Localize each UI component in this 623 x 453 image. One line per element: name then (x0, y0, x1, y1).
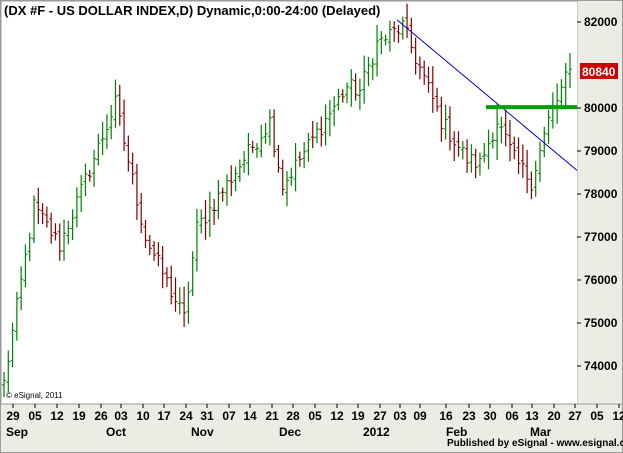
y-tick-label: 75000 (584, 316, 618, 330)
x-month-label: Sep (6, 425, 28, 439)
x-month-label: Nov (191, 425, 214, 439)
y-tick-label: 82000 (584, 15, 618, 29)
footer: Published by eSignal - www.esignal.com (447, 438, 623, 449)
chart-svg: 82000 80000 79000 78000 77000 76000 75000 74000… (0, 0, 623, 449)
x-tick-label: 13 (525, 409, 539, 423)
y-tick-label: 78000 (584, 187, 618, 201)
x-tick-label: 03 (393, 409, 407, 423)
y-axis-panel (578, 1, 622, 404)
x-tick-label: 07 (222, 409, 236, 423)
x-tick-label: 31 (200, 409, 214, 423)
x-tick-label: 12 (50, 409, 64, 423)
x-tick-label: 10 (136, 409, 150, 423)
x-month-label: Dec (279, 425, 301, 439)
y-tick-label: 80000 (584, 101, 618, 115)
chart-title: (DX #F - US DOLLAR INDEX,D) Dynamic,0:00… (4, 3, 380, 18)
y-tick-label: 74000 (584, 359, 618, 373)
x-tick-label: 27 (373, 409, 387, 423)
x-tick-label: 12 (612, 409, 623, 423)
x-tick-label: 16 (439, 409, 453, 423)
x-tick-label: 23 (462, 409, 476, 423)
x-month-label: 2012 (363, 425, 390, 439)
watermark: © eSignal, 2011 (6, 391, 63, 400)
x-tick-label: 14 (243, 409, 257, 423)
x-tick-label: 17 (157, 409, 171, 423)
x-tick-label: 20 (547, 409, 561, 423)
x-tick-label: 30 (483, 409, 497, 423)
x-tick-label: 19 (72, 409, 86, 423)
x-month-label: Oct (106, 425, 126, 439)
last-price-badge: 80840 (580, 63, 618, 79)
x-tick-label: 28 (286, 409, 300, 423)
last-price-label: 80840 (582, 65, 616, 79)
x-tick-label: 05 (590, 409, 604, 423)
plot-area (0, 0, 579, 405)
x-tick-label: 05 (28, 409, 42, 423)
y-tick-label: 76000 (584, 273, 618, 287)
x-tick-label: 24 (179, 409, 193, 423)
y-tick-label: 79000 (584, 144, 618, 158)
x-tick-label: 26 (94, 409, 108, 423)
y-tick-label: 77000 (584, 230, 618, 244)
x-tick-label: 21 (265, 409, 279, 423)
x-tick-label: 12 (330, 409, 344, 423)
x-tick-label: 29 (6, 409, 20, 423)
x-tick-label: 05 (308, 409, 322, 423)
x-tick-label: 27 (568, 409, 582, 423)
x-tick-label: 06 (505, 409, 519, 423)
x-tick-label: 09 (413, 409, 427, 423)
x-month-label: Feb (446, 425, 467, 439)
x-month-label: Mar (530, 425, 552, 439)
x-axis-ticks: 29 05 12 19 26 03 10 17 24 31 07 14 21 28 05 12 19 27 03 09… (6, 404, 623, 439)
x-tick-label: 03 (114, 409, 128, 423)
x-tick-label: 19 (351, 409, 365, 423)
